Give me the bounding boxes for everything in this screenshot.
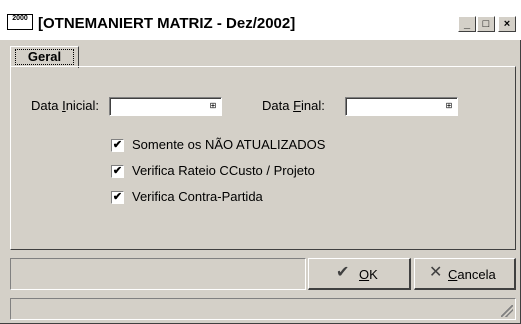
- maximize-button[interactable]: □: [477, 16, 495, 32]
- checkbox-verifica-contra-partida[interactable]: ✔: [111, 191, 124, 204]
- data-inicial-label: Data Inicial:: [31, 98, 99, 113]
- button-bar: ✔ OK ✕ Cancela: [10, 258, 516, 292]
- calendar-icon[interactable]: ⊞: [207, 100, 219, 112]
- calendar-icon[interactable]: ⊞: [443, 100, 455, 112]
- resize-grip-icon[interactable]: [501, 305, 513, 317]
- minimize-button[interactable]: _: [458, 16, 476, 32]
- close-button[interactable]: ×: [498, 16, 516, 32]
- title-bar[interactable]: 2000 [OTNEMANIERT MATRIZ - Dez/2002] _ □…: [0, 0, 521, 40]
- data-final-input[interactable]: ⊞: [345, 97, 458, 116]
- status-bar: [10, 298, 516, 320]
- checkbox-verifica-rateio[interactable]: ✔: [111, 165, 124, 178]
- tab-geral[interactable]: Geral: [10, 46, 79, 68]
- window-title: [OTNEMANIERT MATRIZ - Dez/2002]: [38, 15, 296, 32]
- check-icon: ✔: [336, 264, 350, 281]
- checkbox-label-verifica-rateio: Verifica Rateio CCusto / Projeto: [132, 163, 315, 178]
- data-inicial-input[interactable]: ⊞: [109, 97, 222, 116]
- app-icon: 2000: [7, 14, 33, 30]
- tab-panel-geral: Data Inicial: ⊞ Data Final: ⊞ ✔ Somente …: [10, 66, 516, 250]
- checkbox-somente-nao-atualizados[interactable]: ✔: [111, 139, 124, 152]
- cancel-button[interactable]: ✕ Cancela: [414, 258, 516, 290]
- x-icon: ✕: [429, 264, 443, 281]
- checkbox-label-verifica-contra-partida: Verifica Contra-Partida: [132, 189, 263, 204]
- data-final-label: Data Final:: [262, 98, 325, 113]
- tab-strip: Geral: [10, 44, 516, 68]
- checkbox-label-somente-nao-atualizados: Somente os NÃO ATUALIZADOS: [132, 137, 326, 152]
- tab-geral-label: Geral: [15, 49, 74, 65]
- dialog-window: 2000 [OTNEMANIERT MATRIZ - Dez/2002] _ □…: [0, 0, 521, 324]
- button-bar-spacer: [10, 258, 306, 290]
- ok-button[interactable]: ✔ OK: [308, 258, 411, 290]
